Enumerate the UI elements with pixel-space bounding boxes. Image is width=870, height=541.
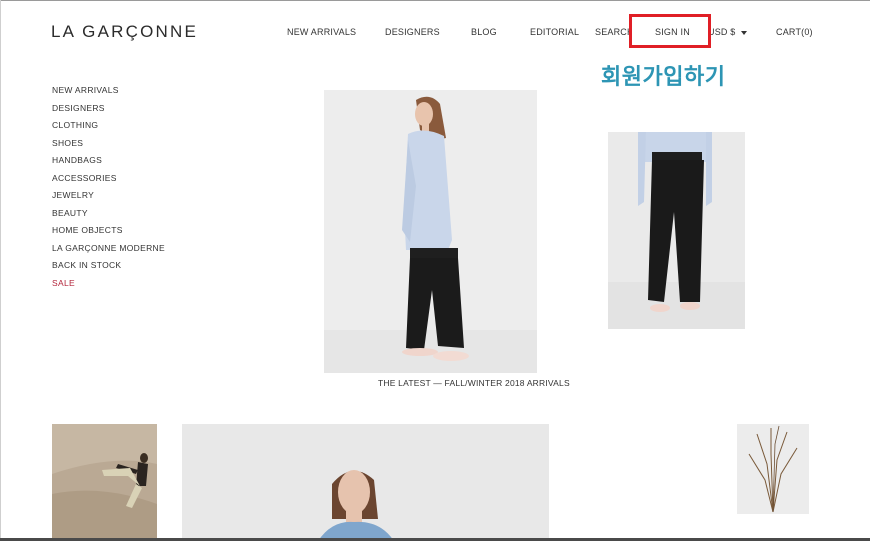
annotation-signup-text: 회원가입하기	[601, 65, 726, 90]
model-photo-image	[608, 132, 745, 329]
product-photo-3[interactable]	[52, 424, 157, 541]
chevron-down-icon	[740, 30, 747, 35]
frame-top-border	[0, 0, 870, 1]
nav-designers[interactable]: DESIGNERS	[385, 27, 440, 37]
landscape-photo-image	[52, 424, 157, 541]
sidebar-item-beauty[interactable]: BEAUTY	[52, 205, 165, 223]
nav-editorial[interactable]: EDITORIAL	[530, 27, 579, 37]
nav-search[interactable]: SEARCH	[595, 27, 630, 37]
sidebar-item-la-garconne-moderne[interactable]: LA GARÇONNE MODERNE	[52, 240, 165, 258]
sidebar-item-sale[interactable]: SALE	[52, 275, 165, 293]
sidebar-item-designers[interactable]: DESIGNERS	[52, 100, 165, 118]
hero-caption[interactable]: THE LATEST — FALL/WINTER 2018 ARRIVALS	[324, 378, 618, 388]
sidebar-item-back-in-stock[interactable]: BACK IN STOCK	[52, 257, 165, 275]
sidebar-item-clothing[interactable]: CLOTHING	[52, 117, 165, 135]
sidebar-item-accessories[interactable]: ACCESSORIES	[52, 170, 165, 188]
category-sidebar: NEW ARRIVALS DESIGNERS CLOTHING SHOES HA…	[52, 82, 165, 292]
sidebar-item-home-objects[interactable]: HOME OBJECTS	[52, 222, 165, 240]
brand-logo[interactable]: LA GARÇONNE	[51, 22, 198, 42]
model-photo-image	[324, 90, 537, 373]
frame-left-border	[0, 0, 1, 541]
product-photo-2[interactable]	[608, 132, 745, 329]
nav-new-arrivals[interactable]: NEW ARRIVALS	[287, 27, 356, 37]
sidebar-item-new-arrivals[interactable]: NEW ARRIVALS	[52, 82, 165, 100]
product-photo-4[interactable]	[182, 424, 549, 541]
currency-label: USD $	[708, 27, 736, 37]
sidebar-item-handbags[interactable]: HANDBAGS	[52, 152, 165, 170]
sidebar-item-shoes[interactable]: SHOES	[52, 135, 165, 153]
portrait-photo-image	[182, 424, 549, 541]
cart-link[interactable]: CART(0)	[776, 27, 813, 37]
currency-selector[interactable]: USD $	[708, 27, 750, 37]
product-photo-5[interactable]	[737, 424, 809, 514]
still-life-photo-image	[737, 424, 809, 514]
sidebar-item-jewelry[interactable]: JEWELRY	[52, 187, 165, 205]
sign-in-highlight-box	[629, 14, 711, 48]
hero-product-photo[interactable]	[324, 90, 537, 373]
nav-blog[interactable]: BLOG	[471, 27, 497, 37]
